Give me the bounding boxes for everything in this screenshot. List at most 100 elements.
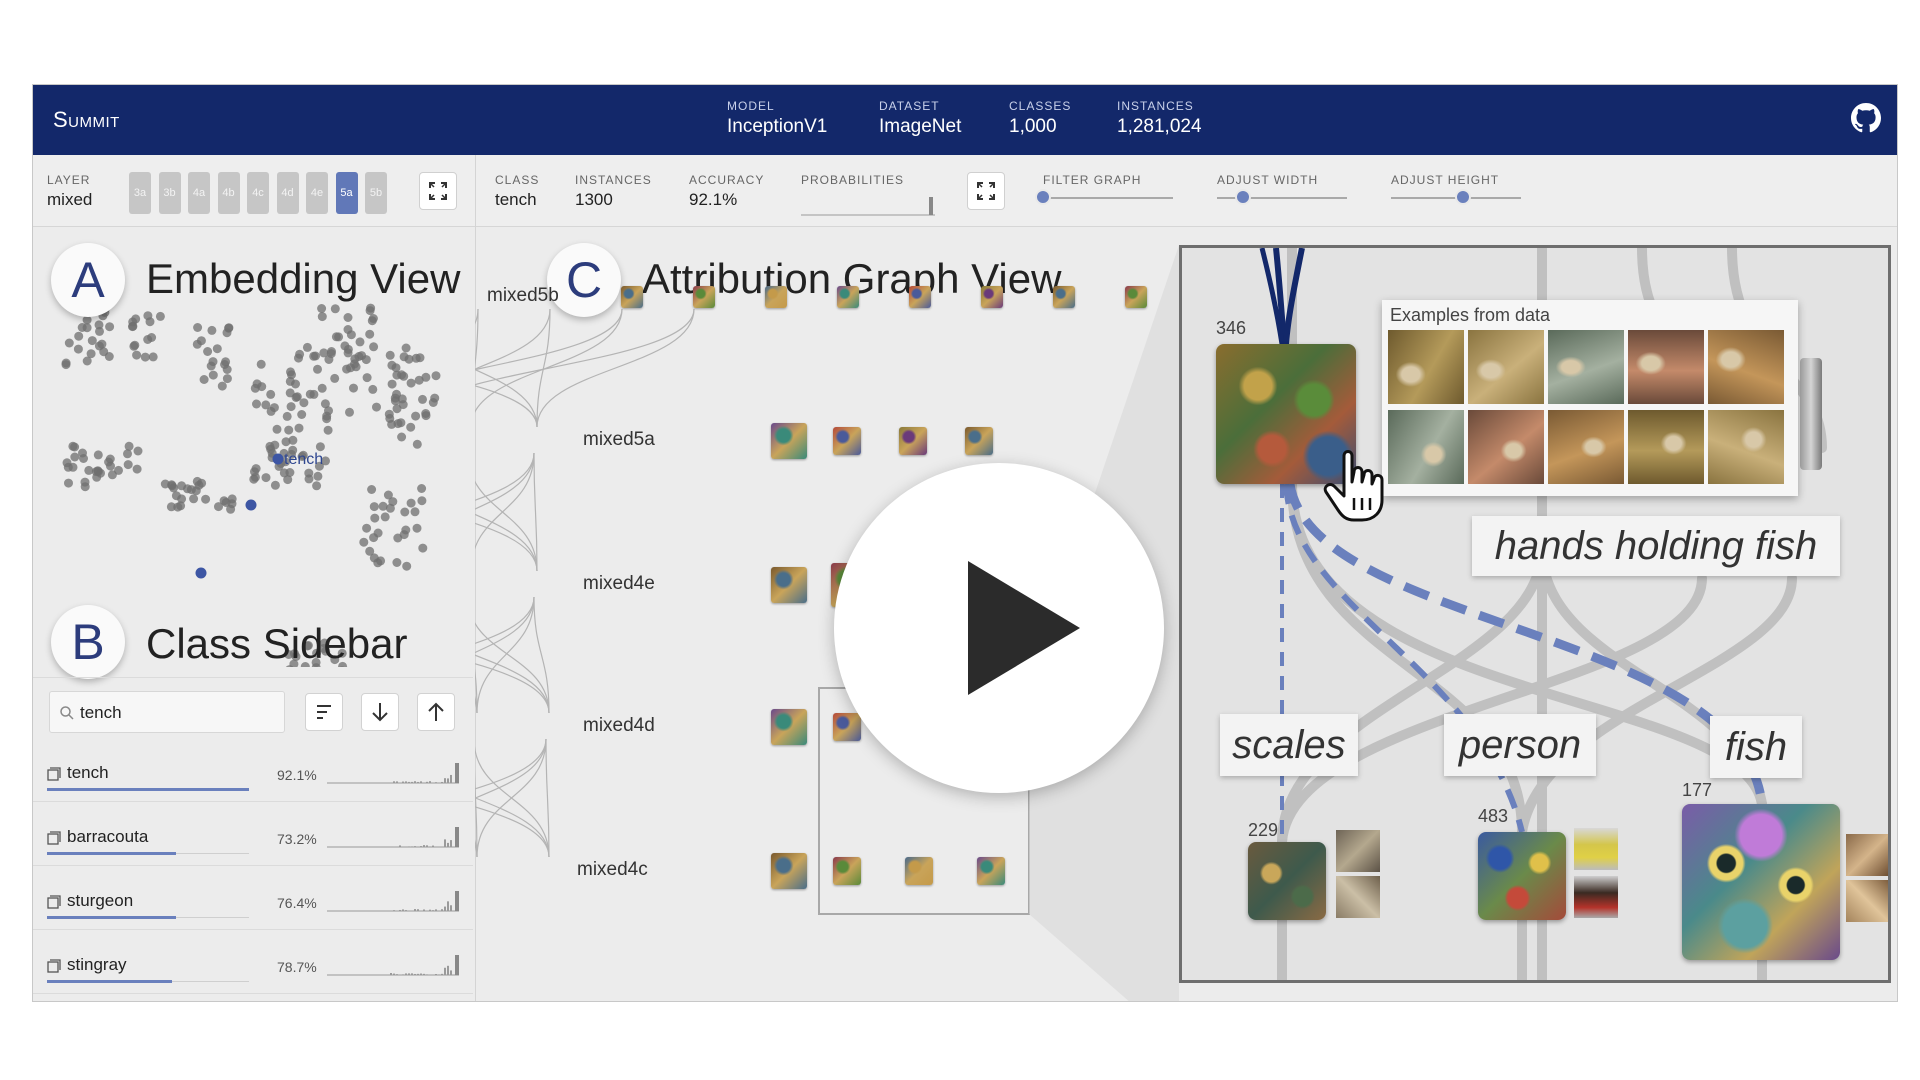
- layer-button-4b[interactable]: 4b: [217, 172, 240, 214]
- embedding-point[interactable]: [266, 389, 276, 399]
- embedding-point[interactable]: [362, 373, 372, 383]
- sort-button[interactable]: [305, 693, 343, 731]
- embedding-point[interactable]: [68, 441, 78, 451]
- embedding-point[interactable]: [84, 465, 94, 475]
- embedding-point[interactable]: [343, 313, 353, 322]
- embedding-point[interactable]: [385, 350, 395, 360]
- channel-feature-177[interactable]: [1682, 804, 1840, 960]
- embedding-point[interactable]: [217, 381, 227, 391]
- graph-node[interactable]: [905, 857, 933, 885]
- embedding-point[interactable]: [324, 355, 334, 364]
- embedding-point[interactable]: [212, 344, 222, 354]
- embedding-point[interactable]: [421, 411, 431, 421]
- embedding-point[interactable]: [369, 502, 379, 512]
- embedding-point[interactable]: [378, 501, 388, 511]
- embedding-point[interactable]: [368, 384, 378, 394]
- embedding-point[interactable]: [279, 468, 289, 478]
- embedding-point[interactable]: [250, 383, 260, 393]
- adjust-width-slider[interactable]: [1235, 189, 1251, 205]
- embedding-point[interactable]: [87, 336, 97, 346]
- embedding-point[interactable]: [286, 402, 296, 412]
- layer-button-3a[interactable]: 3a: [129, 172, 151, 214]
- embedding-point[interactable]: [406, 422, 416, 432]
- embedding-point[interactable]: [412, 523, 422, 533]
- embedding-point[interactable]: [346, 363, 355, 373]
- embedding-point[interactable]: [270, 480, 280, 490]
- graph-node[interactable]: [981, 286, 1003, 308]
- embedding-point[interactable]: [359, 537, 369, 547]
- embedding-point[interactable]: [384, 409, 394, 419]
- embedding-point[interactable]: [369, 342, 379, 352]
- embedding-point[interactable]: [327, 347, 336, 356]
- embedding-point[interactable]: [207, 325, 217, 335]
- layer-button-5b[interactable]: 5b: [365, 172, 387, 214]
- embedding-point[interactable]: [313, 364, 322, 374]
- embedding-point[interactable]: [193, 323, 203, 332]
- embedding-point[interactable]: [322, 414, 332, 424]
- graph-node[interactable]: [765, 286, 787, 308]
- embedding-point[interactable]: [123, 449, 132, 459]
- embedding-point[interactable]: [145, 317, 155, 327]
- embedding-point[interactable]: [286, 367, 295, 377]
- embedding-point[interactable]: [362, 523, 372, 533]
- embedding-point[interactable]: [370, 513, 380, 523]
- embedding-point[interactable]: [261, 400, 271, 410]
- embedding-point[interactable]: [196, 336, 206, 346]
- adjust-height-slider[interactable]: [1454, 189, 1471, 205]
- embedding-point[interactable]: [219, 496, 229, 506]
- embedding-point[interactable]: [222, 374, 232, 384]
- embedding-point[interactable]: [431, 371, 441, 381]
- embedding-point[interactable]: [285, 388, 295, 398]
- embedding-point[interactable]: [208, 370, 218, 380]
- embedding-point[interactable]: [64, 478, 73, 488]
- embedding-point[interactable]: [323, 425, 333, 435]
- embedding-point[interactable]: [93, 450, 103, 460]
- github-icon[interactable]: [1851, 103, 1881, 133]
- embedding-point[interactable]: [369, 533, 379, 543]
- embedding-point[interactable]: [201, 494, 211, 504]
- embedding-point[interactable]: [123, 460, 133, 470]
- embedding-point[interactable]: [412, 439, 422, 449]
- embedding-point[interactable]: [366, 303, 376, 313]
- graph-node[interactable]: [771, 567, 807, 603]
- embedding-point[interactable]: [410, 507, 420, 517]
- filter-graph-slider[interactable]: [1035, 189, 1051, 205]
- class-item-tench[interactable]: tench 92.1%: [47, 749, 463, 813]
- graph-node[interactable]: [977, 857, 1005, 885]
- embedding-point[interactable]: [284, 425, 294, 435]
- embedding-point[interactable]: [400, 507, 410, 517]
- sort-descending-button[interactable]: [361, 693, 399, 731]
- embedding-point[interactable]: [345, 407, 354, 417]
- layer-button-3b[interactable]: 3b: [158, 172, 181, 214]
- embedding-point[interactable]: [132, 350, 142, 360]
- play-button[interactable]: [834, 463, 1164, 793]
- embedding-point[interactable]: [406, 378, 416, 388]
- graph-node[interactable]: [899, 427, 927, 455]
- embedding-point[interactable]: [222, 328, 232, 338]
- channel-feature-483[interactable]: [1478, 832, 1566, 920]
- embedding-point[interactable]: [387, 360, 397, 370]
- embedding-point[interactable]: [133, 446, 143, 456]
- embedding-point[interactable]: [285, 376, 295, 386]
- embedding-point[interactable]: [78, 448, 87, 458]
- embedding-point[interactable]: [129, 341, 139, 351]
- embedding-point[interactable]: [392, 558, 402, 567]
- embedding-point[interactable]: [304, 468, 314, 478]
- layer-button-4c[interactable]: 4c: [247, 172, 269, 214]
- embedding-point[interactable]: [80, 477, 90, 487]
- layer-button-4a[interactable]: 4a: [188, 172, 210, 214]
- embedding-point[interactable]: [367, 485, 377, 494]
- graph-node[interactable]: [837, 286, 859, 308]
- embedding-point[interactable]: [299, 398, 309, 408]
- embedding-point[interactable]: [312, 481, 322, 491]
- graph-node[interactable]: [833, 427, 861, 455]
- embedding-point[interactable]: [132, 464, 142, 474]
- embedding-point[interactable]: [406, 498, 416, 508]
- graph-node[interactable]: [965, 427, 993, 455]
- embedding-point[interactable]: [315, 442, 325, 452]
- class-item-barracouta[interactable]: barracouta 73.2%: [47, 813, 463, 877]
- embedding-point[interactable]: [155, 311, 165, 321]
- graph-node[interactable]: [1053, 286, 1075, 308]
- embedding-point[interactable]: [430, 393, 440, 403]
- embedding-point[interactable]: [402, 561, 412, 571]
